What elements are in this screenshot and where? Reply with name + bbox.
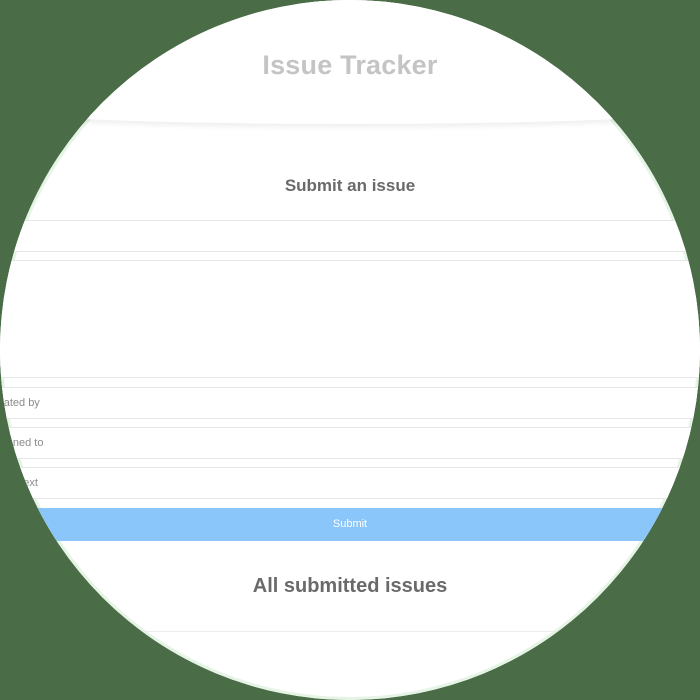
assigned-to-input[interactable]: Assigned to (0, 427, 700, 459)
submitted-issues-heading: All submitted issues (252, 575, 448, 597)
app-viewport: Issue Tracker Submit an issue Created by… (0, 0, 700, 700)
submit-button[interactable]: Submit (0, 508, 700, 541)
issue-title-input[interactable] (0, 220, 700, 252)
status-text-input[interactable]: Status text (0, 467, 700, 499)
app-header: Issue Tracker (0, 0, 700, 124)
created-by-input[interactable]: Created by (0, 387, 700, 419)
created-by-placeholder: Created by (0, 397, 40, 409)
status-text-placeholder: Status text (0, 477, 38, 489)
submit-issue-heading: Submit an issue (284, 176, 416, 195)
app-title: Issue Tracker (262, 50, 438, 80)
issue-description-textarea[interactable] (0, 260, 700, 378)
assigned-to-placeholder: Assigned to (0, 437, 44, 449)
issues-list-divider (40, 631, 660, 632)
